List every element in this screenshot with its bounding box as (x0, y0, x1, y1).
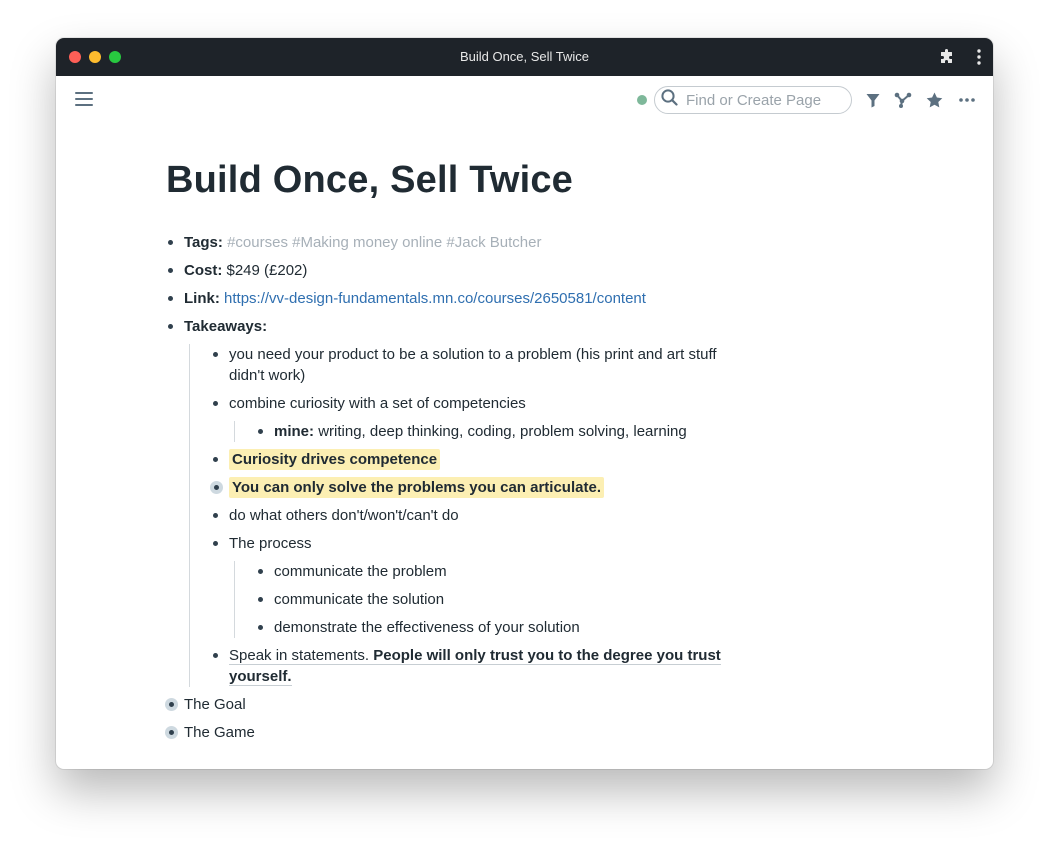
mine-label: mine: (274, 423, 315, 440)
tag-courses[interactable]: #courses (227, 234, 288, 251)
bullet-dot[interactable] (213, 457, 218, 462)
block-text: The process (229, 535, 312, 552)
graph-icon[interactable] (894, 92, 912, 108)
search-input[interactable] (684, 90, 848, 110)
block-takeaways[interactable]: Takeaways: you need your product to be a… (166, 316, 726, 687)
block-text: The Game (184, 724, 255, 741)
block-text: The Goal (184, 696, 246, 713)
block-tags[interactable]: Tags: #courses #Making money online #Jac… (166, 232, 726, 253)
tag-making-money-online[interactable]: #Making money online (292, 234, 442, 251)
takeaway-curiosity[interactable]: combine curiosity with a set of competen… (211, 393, 726, 442)
title-bar: Build Once, Sell Twice (56, 38, 993, 76)
block-text: do what others don't/won't/can't do (229, 507, 459, 524)
link-label: Link: (184, 290, 220, 307)
page-content: Build Once, Sell Twice Tags: #courses #M… (165, 154, 726, 750)
app-toolbar (56, 76, 993, 124)
takeaway-articulate[interactable]: You can only solve the problems you can … (210, 477, 726, 498)
plain-text: Speak in statements. (229, 647, 370, 664)
block-link[interactable]: Link: https://vv-design-fundamentals.mn.… (166, 288, 726, 309)
block-the-game[interactable]: The Game (165, 722, 726, 743)
takeaway-speak-in-statements[interactable]: Speak in statements. People will only tr… (211, 645, 726, 687)
block-text: you need your product to be a solution t… (229, 346, 717, 384)
bullet-dot[interactable] (168, 268, 173, 273)
page-title[interactable]: Build Once, Sell Twice (166, 154, 726, 206)
tag-jack-butcher[interactable]: #Jack Butcher (446, 234, 541, 251)
highlighted-text: Curiosity drives competence (229, 449, 441, 470)
collapsed-bullet[interactable] (210, 481, 223, 494)
star-icon[interactable] (926, 92, 943, 108)
tags-label: Tags: (184, 234, 223, 251)
block-the-goal[interactable]: The Goal (165, 694, 726, 715)
takeaway-mine[interactable]: mine: writing, deep thinking, coding, pr… (256, 421, 726, 442)
block-text: combine curiosity with a set of competen… (229, 395, 526, 412)
process-step[interactable]: communicate the problem (256, 561, 726, 582)
bullet-dot[interactable] (213, 541, 218, 546)
bullet-dot[interactable] (168, 324, 173, 329)
process-children: communicate the problem communicate the … (234, 561, 726, 638)
app-window: Build Once, Sell Twice Find or Create Pa… (56, 38, 993, 769)
process-step[interactable]: demonstrate the effectiveness of your so… (256, 617, 726, 638)
cost-label: Cost: (184, 262, 223, 279)
bullet-dot[interactable] (258, 625, 263, 630)
block-cost[interactable]: Cost: $249 (£202) (166, 260, 726, 281)
bullet-dot[interactable] (168, 240, 173, 245)
search-icon (661, 89, 678, 111)
cost-value: $249 (£202) (226, 262, 308, 279)
takeaway-do-what-others-dont[interactable]: do what others don't/won't/can't do (211, 505, 726, 526)
collapsed-bullet[interactable] (165, 698, 178, 711)
block-text: communicate the problem (274, 563, 447, 580)
sync-status-dot (637, 95, 647, 105)
kebab-menu-icon[interactable] (977, 49, 981, 65)
more-icon[interactable] (959, 98, 975, 102)
takeaways-children: you need your product to be a solution t… (189, 344, 726, 687)
block-list: Tags: #courses #Making money online #Jac… (165, 232, 726, 743)
collapsed-bullet[interactable] (165, 726, 178, 739)
process-step[interactable]: communicate the solution (256, 589, 726, 610)
curiosity-children: mine: writing, deep thinking, coding, pr… (234, 421, 726, 442)
bullet-dot[interactable] (213, 513, 218, 518)
window-title: Build Once, Sell Twice (459, 49, 590, 64)
bullet-dot[interactable] (258, 597, 263, 602)
bullet-dot[interactable] (213, 352, 218, 357)
bullet-dot[interactable] (258, 569, 263, 574)
bullet-dot[interactable] (168, 296, 173, 301)
takeaways-label: Takeaways: (184, 318, 268, 335)
takeaway-curiosity-drives[interactable]: Curiosity drives competence (211, 449, 726, 470)
search-box[interactable] (654, 86, 852, 114)
takeaway-product-problem[interactable]: you need your product to be a solution t… (211, 344, 726, 386)
bullet-dot[interactable] (258, 429, 263, 434)
block-text: demonstrate the effectiveness of your so… (274, 619, 580, 636)
block-text: Speak in statements. People will only tr… (229, 647, 721, 686)
extension-icon[interactable] (939, 49, 955, 65)
block-text: writing, deep thinking, coding, problem … (318, 423, 687, 440)
course-link[interactable]: https://vv-design-fundamentals.mn.co/cou… (224, 290, 646, 307)
block-text: communicate the solution (274, 591, 445, 608)
bullet-dot[interactable] (213, 653, 218, 658)
highlighted-text: You can only solve the problems you can … (229, 477, 604, 498)
menu-icon[interactable] (75, 92, 93, 111)
filter-icon[interactable] (866, 93, 880, 108)
takeaway-process[interactable]: The process communicate the problem comm… (211, 533, 726, 638)
bullet-dot[interactable] (213, 401, 218, 406)
